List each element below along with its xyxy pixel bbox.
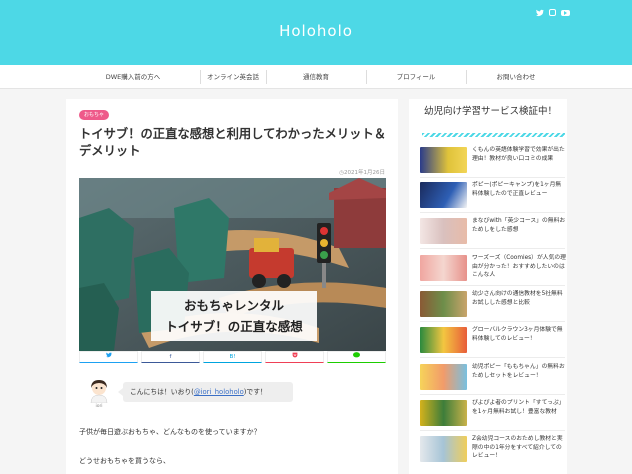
category-badge[interactable]: おもちゃ [79,110,110,120]
hero-caption-line1: おもちゃレンタル [183,298,284,313]
twitter-icon [105,352,112,358]
post-thumbnail [420,436,467,462]
sidebar-post-title: Z会幼児コースのおためし教材と実際の中の1年分をすべて紹介してのレビュー！ [472,436,563,459]
sidebar-divider [420,212,565,213]
facebook-icon: f [169,354,172,360]
sidebar-post-item[interactable]: まなびwith「英少コース」の無料おためしをした感想 [420,216,567,246]
sidebar-post-title: ポピー(ポピーキャンプ)を1ヶ月無料体験したので正直レビュー [472,182,562,197]
line-icon [353,352,360,358]
share-buttons: f B! [79,351,386,365]
share-hatena-button[interactable]: B! [203,351,262,363]
share-line-button[interactable] [327,351,386,363]
sidebar-post-item[interactable]: グローバルクラウン3ヶ月体験で無料体験してのレビュー！ [420,325,567,355]
sidebar-post-item[interactable]: ワーズーズ（Coomies）が人気の理由が分かった！おすすめしたいのはこんな人 [420,253,567,283]
sidebar-post-item[interactable]: Z会幼児コースのおためし教材と実際の中の1年分をすべて紹介してのレビュー！ [420,434,567,464]
sidebar-post-title: まなびwith「英少コース」の無料おためしをした感想 [472,218,566,233]
sidebar-post-title: ぴよぴよ者のプリント「すてっぷ」を1ヶ月無料お試し！豊富な教材 [472,400,565,415]
post-thumbnail [420,291,467,317]
instagram-icon[interactable] [549,9,556,16]
hero-image: おもちゃレンタル トイサブ！の正直な感想 [79,178,386,351]
sidebar-post-title: 幼児ポピー「ももちゃん」の無料おためしセットをレビュー！ [472,364,565,379]
author-name: iori [95,404,103,409]
post-thumbnail [420,218,467,244]
sidebar-post-title: グローバルクラウン3ヶ月体験で無料体験してのレビュー！ [472,327,563,342]
article-card: おもちゃ トイサブ！の正直な感想と利用してわかったメリット＆デメリット ◷202… [66,99,398,474]
author-avatar [88,379,110,404]
post-date-text: 2021年1月26日 [344,170,385,176]
nav-item-dwe[interactable]: DWE購入前の方へ [66,65,200,89]
greeting-bubble: こんにちは！いおり(@iori_holoholo)です！ [118,382,293,402]
body-paragraph-2: どうせおもちゃを買うなら、 [79,457,170,465]
post-thumbnail [420,182,467,208]
sidebar-post-item[interactable]: くもんの英語体験学習で効果が出た理由！教材が良い口コミの成果 [420,145,567,175]
twitter-icon[interactable] [536,9,544,17]
post-thumbnail [420,147,467,173]
post-thumbnail [420,255,467,281]
youtube-icon[interactable] [561,10,570,16]
hero-caption: おもちゃレンタル トイサブ！の正直な感想 [151,291,317,341]
greeting-prefix: こんにちは！いおり( [130,388,194,396]
sidebar-divider [420,321,565,322]
nav-item-correspondence[interactable]: 通信教育 [266,65,366,89]
post-title: トイサブ！の正直な感想と利用してわかったメリット＆デメリット [79,127,387,158]
site-title[interactable]: Holoholo [0,22,632,40]
social-links [536,9,570,17]
sidebar-divider [420,248,565,249]
site-header: Holoholo [0,0,632,65]
nav-item-contact[interactable]: お問い合わせ [466,65,566,89]
sidebar-divider [420,357,565,358]
sidebar: 幼児向け学習サービス検証中！ くもんの英語体験学習で効果が出た理由！教材が良い口… [409,99,567,474]
body-paragraph-1: 子供が毎日遊ぶおもちゃ、どんなものを使っていますか？ [79,428,261,436]
share-twitter-button[interactable] [79,351,138,363]
sidebar-post-title: ワーズーズ（Coomies）が人気の理由が分かった！おすすめしたいのはこんな人 [472,255,566,278]
global-nav: DWE購入前の方へ オンライン英会話 通信教育 プロフィール お問い合わせ [0,65,632,89]
sidebar-post-title: 幼少さん向けの通信教材を5社無料お試しした感想と比較 [472,291,563,306]
sidebar-post-item[interactable]: ぴよぴよ者のプリント「すてっぷ」を1ヶ月無料お試し！豊富な教材 [420,398,567,428]
post-date: ◷2021年1月26日 [339,168,385,176]
sidebar-divider [420,394,565,395]
hero-caption-line2: トイサブ！の正直な感想 [165,319,303,334]
nav-item-online-english[interactable]: オンライン英会話 [200,65,266,89]
post-thumbnail [420,364,467,390]
sidebar-title-underline [422,133,565,137]
share-pocket-button[interactable] [265,351,324,363]
nav-item-profile[interactable]: プロフィール [366,65,466,89]
sidebar-post-item[interactable]: 幼児ポピー「ももちゃん」の無料おためしセットをレビュー！ [420,362,567,392]
share-facebook-button[interactable]: f [141,351,200,363]
greeting-suffix: )です！ [243,388,267,396]
sidebar-post-item[interactable]: 幼少さん向けの通信教材を5社無料お試しした感想と比較 [420,289,567,319]
sidebar-post-title: くもんの英語体験学習で効果が出た理由！教材が良い口コミの成果 [472,147,565,162]
sidebar-title: 幼児向け学習サービス検証中！ [424,106,558,117]
post-thumbnail [420,327,467,353]
sidebar-divider [420,285,565,286]
post-thumbnail [420,400,467,426]
sidebar-post-item[interactable]: ポピー(ポピーキャンプ)を1ヶ月無料体験したので正直レビュー [420,180,567,210]
pocket-icon [292,352,297,358]
hatena-icon: B! [229,354,236,360]
sidebar-divider [420,177,565,178]
twitter-handle-link[interactable]: @iori_holoholo [194,388,244,396]
sidebar-divider [420,430,565,431]
